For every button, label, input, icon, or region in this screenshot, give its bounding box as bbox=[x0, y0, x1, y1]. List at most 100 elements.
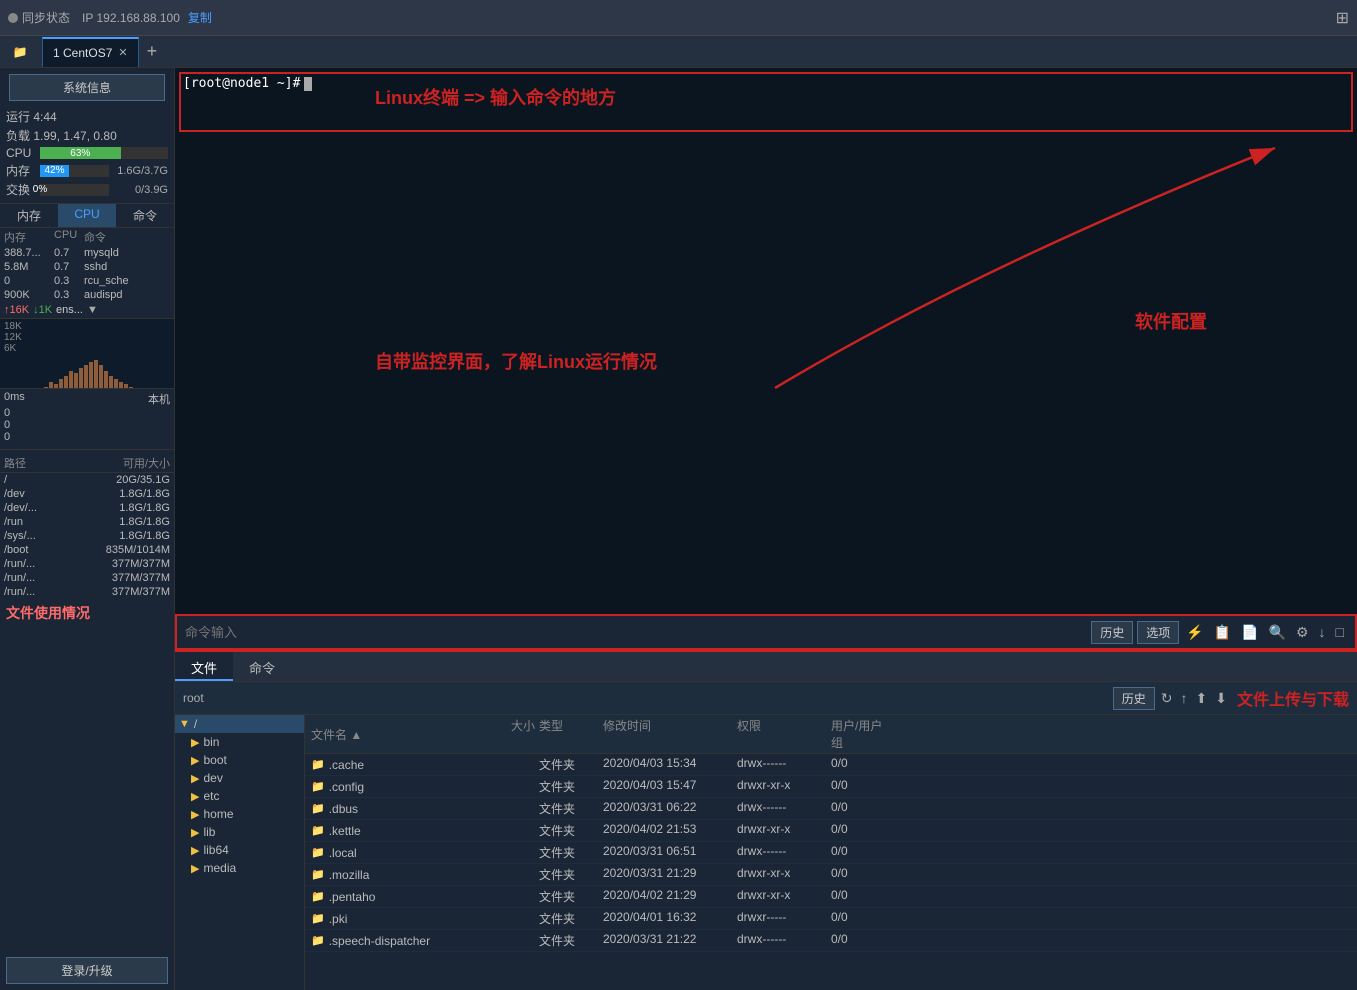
disk-row: /dev 1.8G/1.8G bbox=[0, 487, 174, 501]
process-row: 0 0.3 rcu_sche bbox=[0, 274, 174, 288]
tree-item-home[interactable]: ▶ home bbox=[175, 805, 304, 823]
window-icon[interactable]: □ bbox=[1333, 622, 1347, 642]
monitor-annotation-text: 自带监控界面，了解Linux运行情况 bbox=[375, 348, 657, 374]
file-toolbar: root 历史 ↻ ↑ ⬆ ⬇ 文件上传与下载 bbox=[175, 682, 1357, 715]
tab-add-button[interactable]: + bbox=[139, 41, 166, 62]
sync-dot-icon bbox=[8, 13, 18, 23]
prompt-text: [root@node1 ~]# bbox=[183, 76, 300, 91]
disk-row: /sys/... 1.8G/1.8G bbox=[0, 529, 174, 543]
mem-bar: 42% bbox=[40, 165, 69, 177]
tree-label-boot: boot bbox=[203, 753, 226, 767]
tree-item-bin[interactable]: ▶ bin bbox=[175, 733, 304, 751]
tab-label: 1 CentOS7 bbox=[53, 46, 112, 60]
download-icon[interactable]: ↓ bbox=[1316, 622, 1329, 642]
tree-item-boot[interactable]: ▶ boot bbox=[175, 751, 304, 769]
lightning-icon[interactable]: ⚡ bbox=[1183, 622, 1206, 643]
tree-label-lib: lib bbox=[203, 825, 215, 839]
mem-bar-container: 42% bbox=[40, 165, 109, 177]
ping-section: 0ms 本机 0 0 0 bbox=[0, 388, 174, 445]
tab-file[interactable]: 文件 bbox=[175, 652, 233, 681]
file-row-dbus[interactable]: 📁.dbus 文件夹 2020/03/31 06:22 drwx------ 0… bbox=[305, 798, 1357, 820]
upload-download-label: 文件上传与下载 bbox=[1237, 686, 1349, 710]
tab-centos7[interactable]: 1 CentOS7 ✕ bbox=[42, 37, 139, 67]
copy-button[interactable]: 复制 bbox=[188, 9, 212, 26]
option-button[interactable]: 选项 bbox=[1137, 621, 1179, 644]
monitor-tab-cpu[interactable]: CPU bbox=[58, 204, 116, 227]
search-icon[interactable]: 🔍 bbox=[1266, 622, 1289, 643]
divider bbox=[0, 449, 174, 450]
top-bar: 同步状态 IP 192.168.88.100 复制 ⊞ bbox=[0, 0, 1357, 36]
net-dropdown-icon[interactable]: ▼ bbox=[87, 304, 98, 316]
refresh-icon[interactable]: ↻ bbox=[1159, 688, 1175, 709]
document-icon[interactable]: 📄 bbox=[1238, 622, 1261, 643]
col-size-header: 大小 bbox=[475, 717, 535, 751]
annotation-arrow bbox=[175, 68, 1357, 614]
tree-item-etc[interactable]: ▶ etc bbox=[175, 787, 304, 805]
login-button[interactable]: 登录/升级 bbox=[6, 957, 168, 984]
file-row-pki[interactable]: 📁.pki 文件夹 2020/04/01 16:32 drwxr----- 0/… bbox=[305, 908, 1357, 930]
cpu-pct: 63% bbox=[70, 148, 90, 159]
file-panel: 文件 命令 root 历史 ↻ ↑ ⬆ ⬇ 文件上传与下载 ▼ / bbox=[175, 650, 1357, 990]
tree-label-bin: bin bbox=[203, 735, 219, 749]
terminal-area[interactable]: [root@node1 ~]# Linux终端 => 输入命令的地方 自带监控界… bbox=[175, 68, 1357, 614]
cpu-label: CPU bbox=[6, 146, 36, 160]
mem-val: 1.6G/3.7G bbox=[113, 165, 168, 177]
file-content: ▼ / ▶ bin ▶ boot ▶ dev bbox=[175, 715, 1357, 990]
run-time-row: 运行 4:44 bbox=[0, 107, 174, 126]
mem-label: 内存 bbox=[6, 162, 36, 179]
disk-table: 路径 可用/大小 / 20G/35.1G /dev 1.8G/1.8G /dev… bbox=[0, 454, 174, 599]
process-row: 5.8M 0.7 sshd bbox=[0, 260, 174, 274]
tab-close-icon[interactable]: ✕ bbox=[118, 46, 127, 59]
cpu-bar: 63% bbox=[40, 147, 121, 159]
file-row-cache[interactable]: 📁.cache 文件夹 2020/04/03 15:34 drwx------ … bbox=[305, 754, 1357, 776]
prompt-cursor bbox=[304, 77, 312, 91]
net-stats: ↑16K ↓1K ens... ▼ bbox=[0, 302, 174, 318]
config-annotation-text: 软件配置 bbox=[1135, 308, 1207, 334]
file-row-config[interactable]: 📁.config 文件夹 2020/04/03 15:47 drwxr-xr-x… bbox=[305, 776, 1357, 798]
folder-icon: ▶ bbox=[191, 736, 199, 749]
folder-icon[interactable]: 📁 bbox=[0, 45, 40, 59]
sys-info-button[interactable]: 系统信息 bbox=[9, 74, 166, 101]
tab-command[interactable]: 命令 bbox=[233, 652, 291, 681]
net-up: ↑16K bbox=[4, 304, 29, 316]
disk-row: /run/... 377M/377M bbox=[0, 585, 174, 599]
load-label: 负载 1.99, 1.47, 0.80 bbox=[6, 127, 117, 144]
tree-item-lib[interactable]: ▶ lib bbox=[175, 823, 304, 841]
disk-row: /run/... 377M/377M bbox=[0, 557, 174, 571]
col-mem-header: 内存 bbox=[4, 229, 54, 245]
upload-icon[interactable]: ⬆ bbox=[1194, 688, 1210, 709]
file-history-button[interactable]: 历史 bbox=[1113, 687, 1155, 710]
disk-usage-label: 文件使用情况 bbox=[0, 599, 174, 627]
disk-row: / 20G/35.1G bbox=[0, 473, 174, 487]
col-perm-header: 权限 bbox=[737, 717, 827, 751]
ping-val-3: 0 bbox=[4, 431, 170, 443]
swap-row: 交换 0% 0/3.9G bbox=[0, 180, 174, 199]
right-panel: [root@node1 ~]# Linux终端 => 输入命令的地方 自带监控界… bbox=[175, 68, 1357, 990]
process-row: 900K 0.3 audispd bbox=[0, 288, 174, 302]
file-row-speech[interactable]: 📁.speech-dispatcher 文件夹 2020/03/31 21:22… bbox=[305, 930, 1357, 952]
up-icon[interactable]: ↑ bbox=[1179, 688, 1190, 708]
clipboard-icon[interactable]: 📋 bbox=[1211, 622, 1234, 643]
monitor-tab-memory[interactable]: 内存 bbox=[0, 204, 58, 227]
grid-icon[interactable]: ⊞ bbox=[1336, 8, 1349, 28]
file-row-mozilla[interactable]: 📁.mozilla 文件夹 2020/03/31 21:29 drwxr-xr-… bbox=[305, 864, 1357, 886]
file-row-local[interactable]: 📁.local 文件夹 2020/03/31 06:51 drwx------ … bbox=[305, 842, 1357, 864]
cmd-input[interactable] bbox=[185, 625, 1087, 640]
tree-item-dev[interactable]: ▶ dev bbox=[175, 769, 304, 787]
process-header: 内存 CPU 命令 bbox=[0, 228, 174, 246]
tree-item-lib64[interactable]: ▶ lib64 bbox=[175, 841, 304, 859]
col-type-header: 类型 bbox=[539, 717, 599, 751]
file-row-kettle[interactable]: 📁.kettle 文件夹 2020/04/02 21:53 drwxr-xr-x… bbox=[305, 820, 1357, 842]
download-icon2[interactable]: ⬇ bbox=[1213, 688, 1229, 709]
tree-item-root[interactable]: ▼ / bbox=[175, 715, 304, 733]
gear-icon[interactable]: ⚙ bbox=[1293, 622, 1312, 643]
left-panel: 系统信息 运行 4:44 负载 1.99, 1.47, 0.80 CPU 63%… bbox=[0, 68, 175, 990]
disk-header: 路径 可用/大小 bbox=[0, 454, 174, 473]
main-layout: 系统信息 运行 4:44 负载 1.99, 1.47, 0.80 CPU 63%… bbox=[0, 68, 1357, 990]
tree-item-media[interactable]: ▶ media bbox=[175, 859, 304, 877]
history-button[interactable]: 历史 bbox=[1091, 621, 1133, 644]
file-row-pentaho[interactable]: 📁.pentaho 文件夹 2020/04/02 21:29 drwxr-xr-… bbox=[305, 886, 1357, 908]
swap-label: 交换 bbox=[6, 181, 36, 198]
swap-val: 0/3.9G bbox=[113, 184, 168, 196]
monitor-tab-command[interactable]: 命令 bbox=[116, 204, 174, 227]
